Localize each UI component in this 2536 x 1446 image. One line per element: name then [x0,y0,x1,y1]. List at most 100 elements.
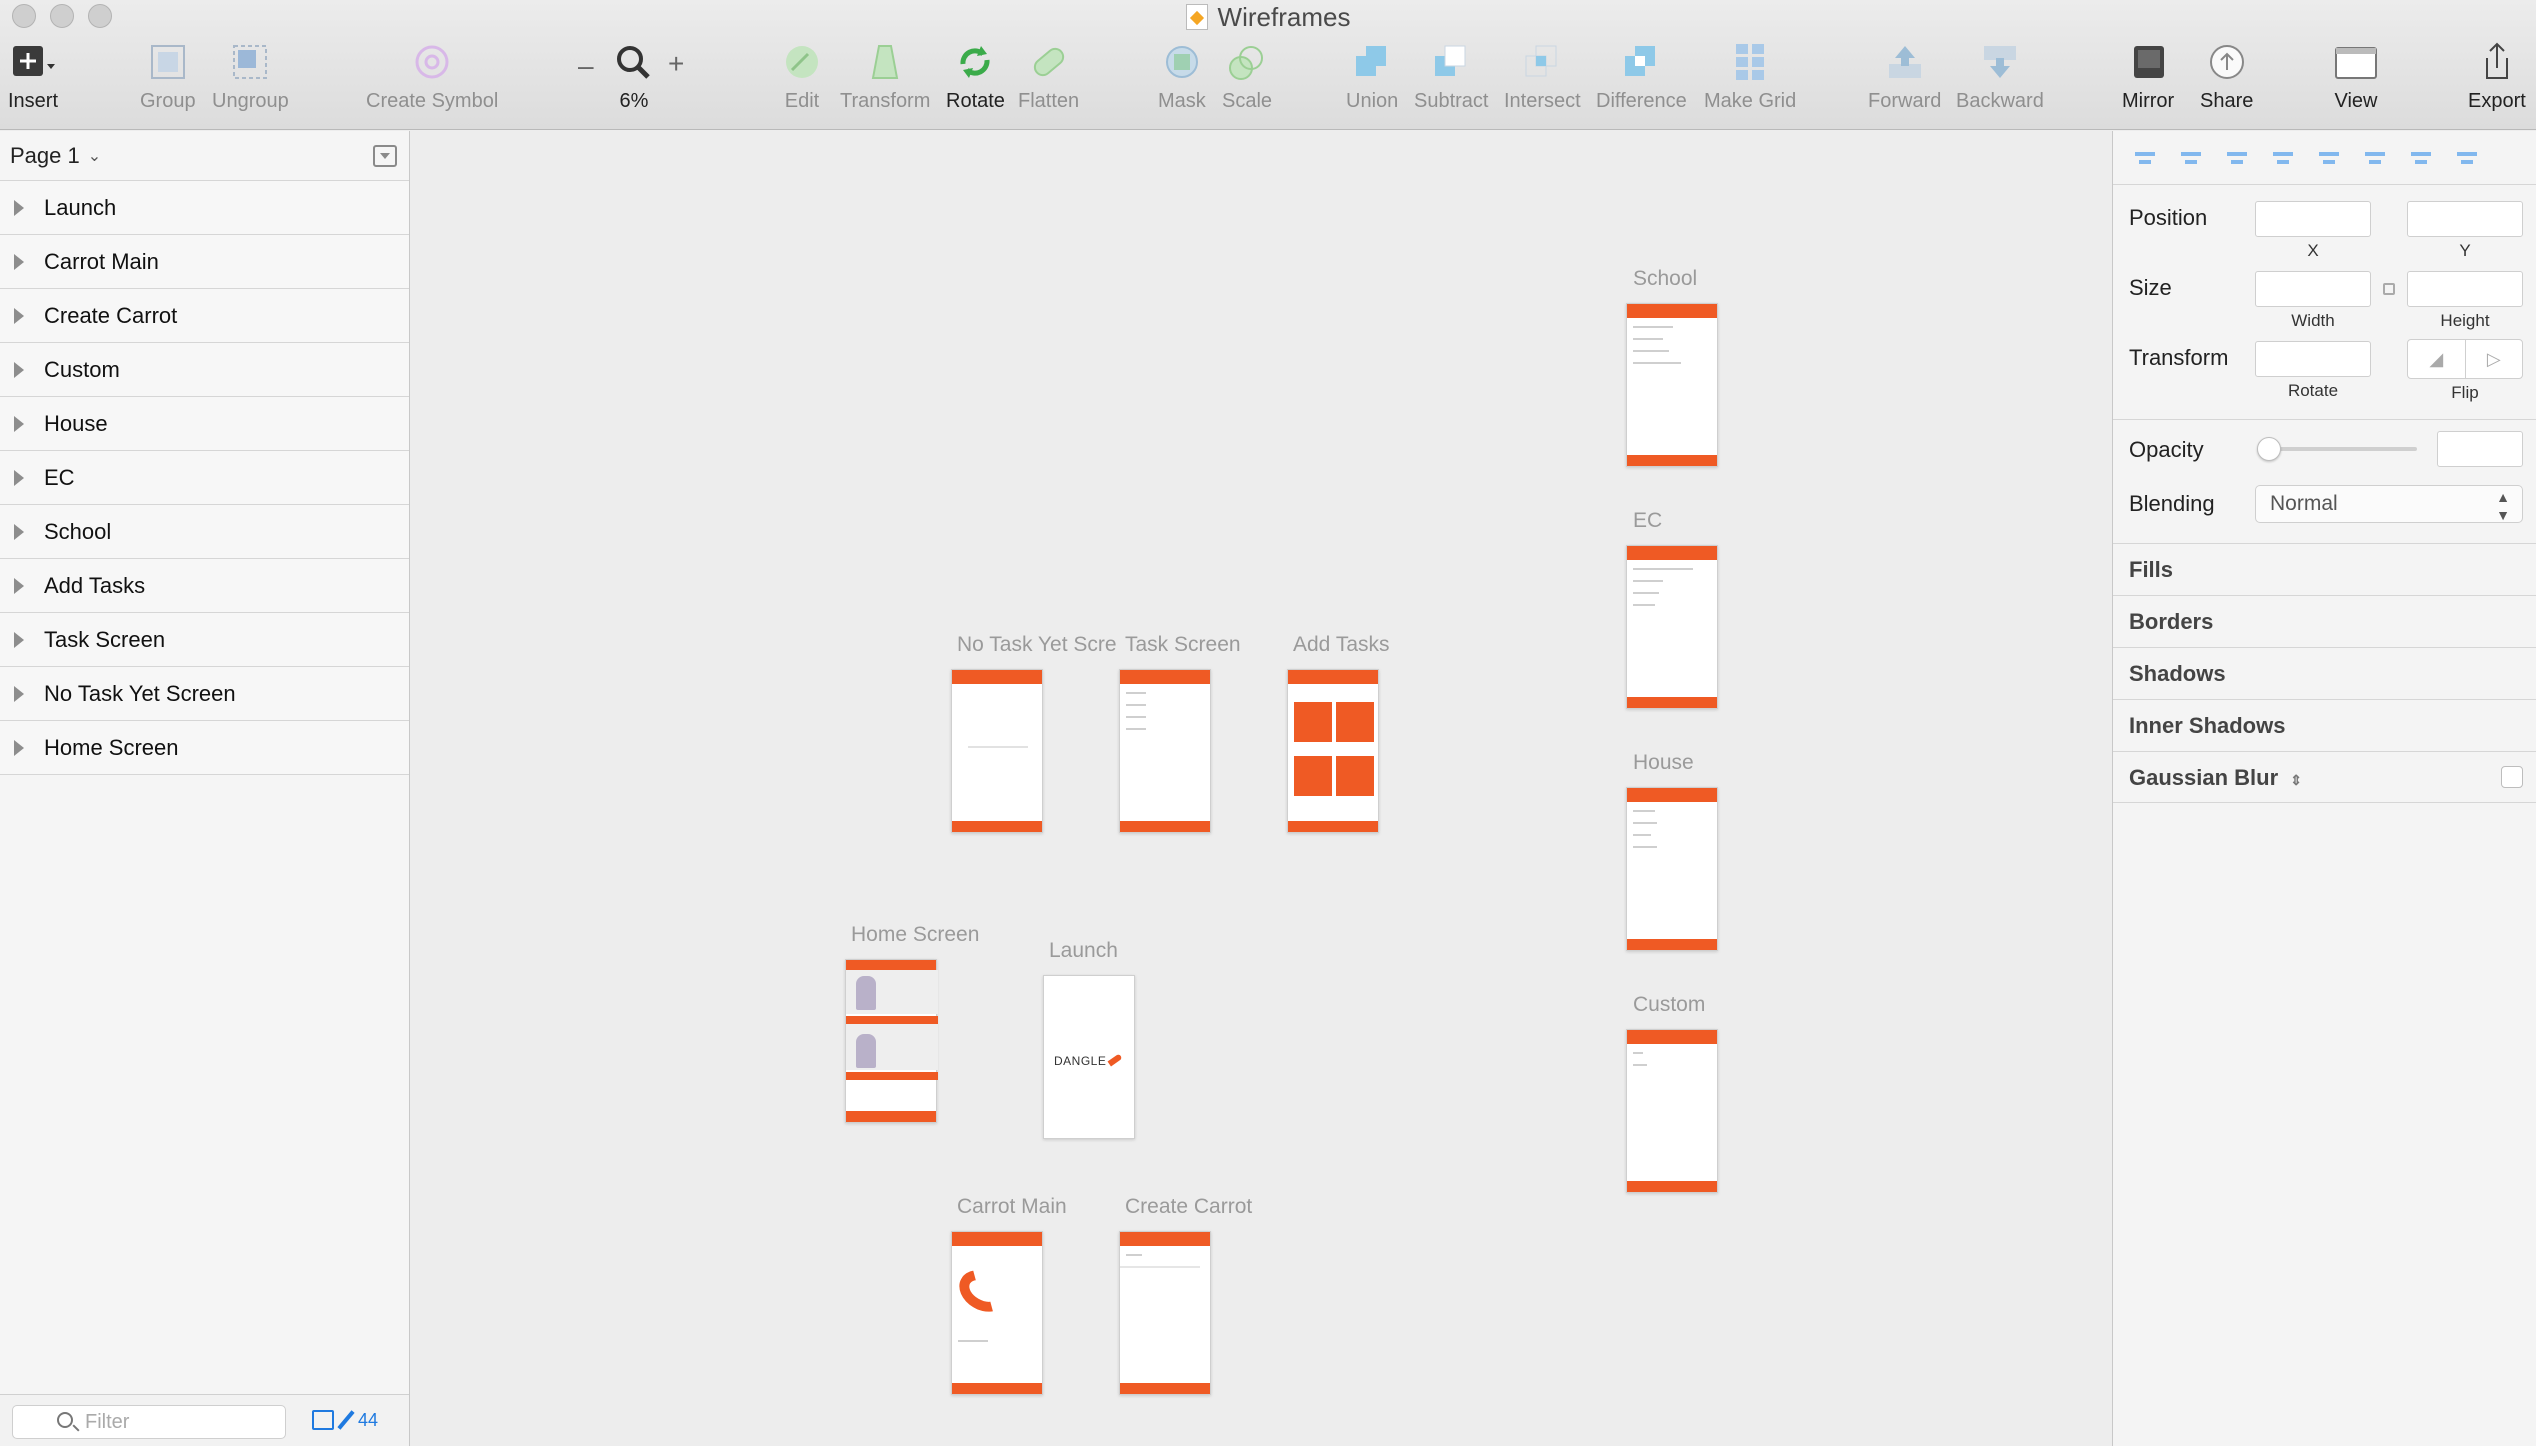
disclosure-triangle-icon[interactable] [14,469,24,486]
artboard-label-home-screen[interactable]: Home Screen [851,923,979,947]
artboard-label-task-screen[interactable]: Task Screen [1125,633,1241,657]
disclosure-triangle-icon[interactable] [14,361,24,378]
position-x-field[interactable] [2255,201,2371,237]
zoom-out-button[interactable]: – [578,50,594,82]
disclosure-triangle-icon[interactable] [14,685,24,702]
artboard-label-create-carrot[interactable]: Create Carrot [1125,1195,1252,1219]
disclosure-triangle-icon[interactable] [14,199,24,216]
position-y-field[interactable] [2407,201,2523,237]
ungroup-button[interactable]: Ungroup [212,40,289,113]
borders-section[interactable]: Borders [2113,595,2536,647]
inner-shadows-section[interactable]: Inner Shadows [2113,699,2536,751]
disclosure-triangle-icon[interactable] [14,523,24,540]
view-button[interactable]: View [2334,40,2378,113]
artboard-school[interactable] [1626,303,1718,467]
artboard-add-tasks[interactable] [1287,669,1379,833]
align-right-icon[interactable] [2315,146,2343,170]
forward-button[interactable]: Forward [1868,40,1941,113]
artboard-label-custom[interactable]: Custom [1633,993,1705,1017]
layer-row[interactable]: No Task Yet Screen [0,667,409,721]
intersect-button[interactable]: Intersect [1504,40,1581,113]
transform-button[interactable]: Transform [840,40,930,113]
opacity-slider-knob[interactable] [2257,437,2281,461]
align-center-icon[interactable] [2269,146,2297,170]
pen-filter-icon[interactable] [337,1410,355,1430]
opacity-field[interactable] [2437,431,2523,467]
layer-row[interactable]: Home Screen [0,721,409,775]
artboard-carrot-main[interactable] [951,1231,1043,1395]
layer-row[interactable]: EC [0,451,409,505]
disclosure-triangle-icon[interactable] [14,577,24,594]
zoom-in-button[interactable]: + [668,48,684,80]
artboard-label-launch[interactable]: Launch [1049,939,1118,963]
flip-vertical-icon[interactable]: ▷ [2464,340,2523,378]
shadows-section[interactable]: Shadows [2113,647,2536,699]
flip-horizontal-icon[interactable]: ◢ [2408,340,2465,378]
layer-row[interactable]: Custom [0,343,409,397]
share-button[interactable]: Share [2200,40,2253,113]
layer-row[interactable]: Task Screen [0,613,409,667]
layer-row[interactable]: Launch [0,181,409,235]
scale-button[interactable]: Scale [1222,40,1272,113]
artboard-custom[interactable] [1626,1029,1718,1193]
create-symbol-button[interactable]: Create Symbol [366,40,498,113]
backward-button[interactable]: Backward [1956,40,2044,113]
difference-button[interactable]: Difference [1596,40,1687,113]
pages-filter-icon[interactable] [312,1410,334,1430]
flatten-button[interactable]: Flatten [1018,40,1079,113]
layer-row[interactable]: Carrot Main [0,235,409,289]
disclosure-triangle-icon[interactable] [14,415,24,432]
align-bottom-icon[interactable] [2453,146,2481,170]
layer-row[interactable]: House [0,397,409,451]
align-top-icon[interactable] [2361,146,2389,170]
updown-chevron-icon[interactable]: ⇕ [2290,772,2302,788]
artboard-launch[interactable]: DANGLE [1043,975,1135,1139]
artboard-create-carrot[interactable] [1119,1231,1211,1395]
artboard-task-screen[interactable] [1119,669,1211,833]
subtract-button[interactable]: Subtract [1414,40,1488,113]
artboard-label-no-task-yet[interactable]: No Task Yet Scre [957,633,1117,657]
align-left-icon[interactable] [2223,146,2251,170]
export-button[interactable]: Export [2468,40,2526,113]
gaussian-blur-checkbox[interactable] [2501,766,2523,788]
artboard-label-carrot-main[interactable]: Carrot Main [957,1195,1067,1219]
disclosure-triangle-icon[interactable] [14,307,24,324]
canvas[interactable]: School EC House Custom No Task Yet Scre … [411,131,2111,1446]
rotate-button[interactable]: Rotate [946,40,1005,113]
artboard-label-add-tasks[interactable]: Add Tasks [1293,633,1390,657]
disclosure-triangle-icon[interactable] [14,253,24,270]
insert-button[interactable]: Insert [8,40,58,113]
layer-row[interactable]: School [0,505,409,559]
artboard-ec[interactable] [1626,545,1718,709]
artboard-label-school[interactable]: School [1633,267,1697,291]
mask-button[interactable]: Mask [1158,40,1206,113]
artboard-label-ec[interactable]: EC [1633,509,1662,533]
opacity-slider-track[interactable] [2267,447,2417,451]
blending-select[interactable]: Normal ▲ ▼ [2255,485,2523,523]
align-middle-icon[interactable] [2407,146,2435,170]
disclosure-triangle-icon[interactable] [14,739,24,756]
distribute-vertical-icon[interactable] [2177,146,2205,170]
layer-row[interactable]: Add Tasks [0,559,409,613]
artboard-label-house[interactable]: House [1633,751,1694,775]
make-grid-button[interactable]: Make Grid [1704,40,1796,113]
edit-button[interactable]: Edit [780,40,824,113]
artboard-no-task-yet[interactable] [951,669,1043,833]
page-selector[interactable]: Page 1 ⌄ [0,131,409,181]
rotate-field[interactable] [2255,341,2371,377]
gaussian-blur-section[interactable]: Gaussian Blur ⇕ [2113,751,2536,803]
zoom-button[interactable]: 6% [612,40,656,113]
height-field[interactable] [2407,271,2523,307]
artboard-home-screen[interactable] [845,959,938,1123]
filter-input[interactable]: Filter [12,1405,286,1439]
artboard-house[interactable] [1626,787,1718,951]
lock-icon[interactable] [2383,283,2395,295]
union-button[interactable]: Union [1346,40,1398,113]
fills-section[interactable]: Fills [2113,543,2536,595]
mirror-button[interactable]: Mirror [2122,40,2174,113]
distribute-horizontal-icon[interactable] [2131,146,2159,170]
group-button[interactable]: Group [140,40,196,113]
layer-row[interactable]: Create Carrot [0,289,409,343]
width-field[interactable] [2255,271,2371,307]
disclosure-triangle-icon[interactable] [14,631,24,648]
